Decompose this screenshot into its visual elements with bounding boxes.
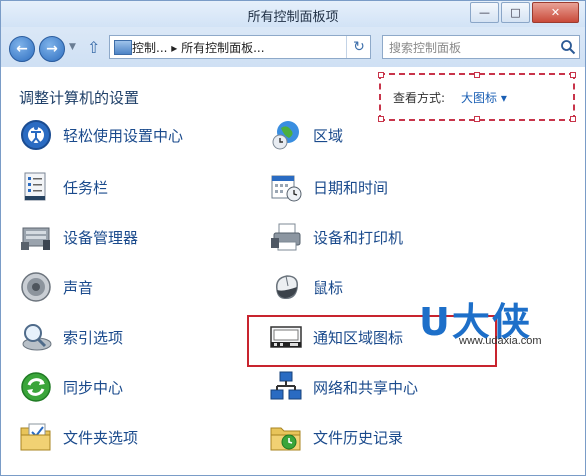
speaker-icon: [21, 272, 51, 302]
ease-of-access-icon: [21, 120, 51, 150]
item-network-sharing[interactable]: 网络和共享中心: [269, 367, 418, 407]
address-bar[interactable]: 控制... ▸ 所有控制面板... ▼ ↻: [109, 35, 440, 59]
item-region[interactable]: 区域: [269, 115, 343, 155]
selection-handle: [378, 72, 384, 78]
selection-handle: [378, 116, 384, 122]
item-mouse[interactable]: 鼠标: [269, 267, 343, 307]
item-label: 同步中心: [63, 378, 124, 397]
view-by-dropdown[interactable]: 大图标 ▾: [461, 89, 507, 106]
refresh-button[interactable]: ↻: [346, 36, 371, 58]
item-label: 设备和打印机: [313, 228, 404, 247]
item-indexing-options[interactable]: 索引选项: [19, 317, 123, 357]
chevron-down-icon: ▼: [69, 42, 76, 52]
address-path: 控制... ▸ 所有控制面板...: [132, 41, 265, 55]
item-label: 任务栏: [63, 178, 109, 197]
folder-options-icon: [20, 423, 51, 451]
maximize-icon: □: [510, 6, 521, 19]
item-sound[interactable]: 声音: [19, 267, 93, 307]
item-label: 文件历史记录: [313, 428, 404, 447]
control-panel-window: 所有控制面板项 — □ ✕ ← → ▼ ⇧ 控制... ▸ 所有控制面板... …: [0, 0, 586, 476]
item-devices-printers[interactable]: 设备和打印机: [269, 217, 403, 257]
device-manager-icon: [21, 227, 50, 250]
minimize-button[interactable]: —: [470, 2, 499, 23]
refresh-icon: ↻: [353, 39, 365, 55]
item-label: 区域: [313, 126, 344, 145]
search-input[interactable]: 搜索控制面板: [382, 35, 580, 59]
up-button[interactable]: ⇧: [87, 38, 100, 57]
item-label: 日期和时间: [313, 178, 389, 197]
item-label: 设备管理器: [63, 228, 139, 247]
item-label: 声音: [63, 278, 94, 297]
up-arrow-icon: ⇧: [87, 38, 101, 57]
control-panel-icon: [114, 40, 132, 55]
search-icon[interactable]: [560, 39, 576, 55]
mouse-icon: [275, 275, 299, 300]
close-icon: ✕: [550, 6, 561, 19]
selection-handle: [474, 72, 480, 78]
back-button[interactable]: ←: [9, 36, 35, 62]
item-label: 轻松使用设置中心: [63, 126, 184, 145]
selection-handle: [474, 116, 480, 122]
maximize-button[interactable]: □: [501, 2, 530, 23]
watermark-url: www.udaxia.com: [459, 335, 542, 347]
item-label: 文件夹选项: [63, 428, 139, 447]
file-history-icon: [270, 427, 301, 451]
item-sync-center[interactable]: 同步中心: [19, 367, 123, 407]
printer-icon: [271, 223, 301, 251]
item-label: 索引选项: [63, 328, 124, 347]
back-arrow-icon: ←: [16, 41, 28, 57]
taskbar-icon: [24, 172, 46, 201]
item-label: 鼠标: [313, 278, 344, 297]
item-folder-options[interactable]: 文件夹选项: [19, 417, 138, 457]
forward-arrow-icon: →: [46, 41, 58, 57]
network-icon: [270, 371, 302, 400]
window-controls: — □ ✕: [470, 2, 579, 23]
selection-handle: [570, 116, 576, 122]
indexing-icon: [22, 324, 52, 351]
selection-handle: [570, 72, 576, 78]
view-by-selector[interactable]: 查看方式: 大图标 ▾: [378, 72, 576, 122]
item-device-manager[interactable]: 设备管理器: [19, 217, 138, 257]
date-time-icon: [271, 175, 302, 202]
view-by-label: 查看方式:: [393, 91, 446, 105]
watermark: U大侠 www.udaxia.com: [419, 291, 585, 351]
sync-center-icon: [21, 372, 51, 402]
recent-pages-dropdown[interactable]: ▼: [69, 42, 76, 52]
navigation-bar: ← → ▼ ⇧ 控制... ▸ 所有控制面板... ▼ ↻ 搜索控制面板: [1, 27, 585, 67]
region-globe-icon: [272, 121, 299, 150]
item-label: 网络和共享中心: [313, 378, 419, 397]
search-placeholder: 搜索控制面板: [389, 41, 462, 55]
item-taskbar[interactable]: 任务栏: [19, 167, 108, 207]
minimize-icon: —: [479, 6, 490, 19]
item-date-time[interactable]: 日期和时间: [269, 167, 388, 207]
title-bar[interactable]: 所有控制面板项 — □ ✕: [1, 1, 585, 27]
item-ease-of-access[interactable]: 轻松使用设置中心: [19, 115, 183, 155]
close-button[interactable]: ✕: [532, 2, 579, 23]
forward-button[interactable]: →: [39, 36, 65, 62]
item-file-history[interactable]: 文件历史记录: [269, 417, 403, 457]
page-title: 调整计算机的设置: [19, 89, 140, 107]
